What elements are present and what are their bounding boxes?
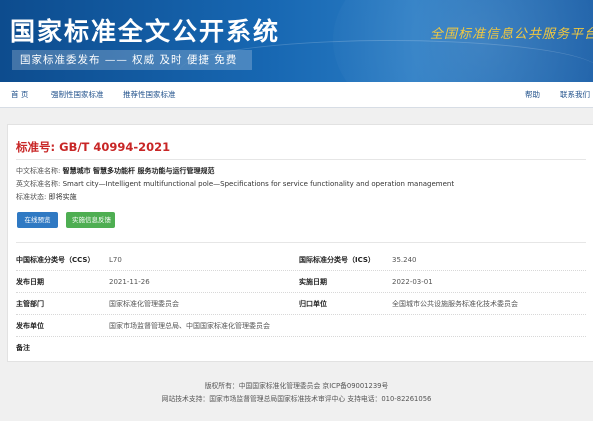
ccs-value: L70 bbox=[109, 256, 122, 264]
status-label: 标准状态: bbox=[16, 193, 47, 201]
cn-name-label: 中文标准名称: bbox=[16, 167, 61, 175]
site-title: 国家标准全文公开系统 bbox=[10, 17, 281, 46]
standard-number: 标准号: GB/T 40994-2021 bbox=[16, 139, 170, 155]
status-row: 标准状态: 即将实施 bbox=[16, 192, 77, 202]
footer-copyright: 版权所有：中国国家标准化管理委员会 京ICP备09001239号 bbox=[204, 382, 389, 390]
en-name-value: Smart city—Intelligent multifunctional p… bbox=[62, 180, 455, 188]
detail-row: 备注 bbox=[16, 337, 586, 359]
ics-value: 35.240 bbox=[392, 256, 417, 264]
site-banner: 国家标准全文公开系统 国家标准委发布 —— 权威 及时 便捷 免费 全国标准信息… bbox=[0, 0, 593, 82]
owner-label: 归口单位 bbox=[299, 300, 327, 308]
detail-row: 中国标准分类号（CCS） L70 国际标准分类号（ICS） 35.240 bbox=[16, 249, 586, 271]
standard-number-value: GB/T 40994-2021 bbox=[59, 140, 171, 154]
nav-home[interactable]: 首 页 bbox=[11, 82, 28, 108]
nav-help[interactable]: 帮助 bbox=[525, 82, 540, 108]
cn-name-row: 中文标准名称: 智慧城市 智慧多功能杆 服务功能与运行管理规范 bbox=[16, 166, 214, 176]
issuer-value: 国家市场监督管理总局、中国国家标准化管理委员会 bbox=[109, 322, 270, 330]
site-subtitle: 国家标准委发布 —— 权威 及时 便捷 免费 bbox=[12, 50, 252, 70]
implement-date-label: 实施日期 bbox=[299, 278, 327, 286]
cn-name-value: 智慧城市 智慧多功能杆 服务功能与运行管理规范 bbox=[62, 167, 215, 175]
ics-label: 国际标准分类号（ICS） bbox=[299, 256, 375, 264]
publish-date-label: 发布日期 bbox=[16, 278, 44, 286]
feedback-button[interactable]: 实施信息反馈 bbox=[66, 212, 115, 228]
issuer-label: 发布单位 bbox=[16, 322, 44, 330]
nav-contact-us[interactable]: 联系我们 bbox=[560, 82, 590, 108]
divider bbox=[16, 159, 586, 160]
platform-slogan: 全国标准信息公共服务平台 bbox=[430, 27, 593, 42]
online-preview-button[interactable]: 在线预览 bbox=[17, 212, 58, 228]
en-name-label: 英文标准名称: bbox=[16, 180, 61, 188]
standard-detail-panel: 标准号: GB/T 40994-2021 中文标准名称: 智慧城市 智慧多功能杆… bbox=[7, 124, 593, 362]
divider bbox=[16, 242, 586, 243]
main-nav: 首 页 强制性国家标准 推荐性国家标准 帮助 联系我们 bbox=[0, 82, 593, 108]
implement-date-value: 2022-03-01 bbox=[392, 278, 433, 286]
remark-label: 备注 bbox=[16, 344, 30, 352]
detail-row: 发布单位 国家市场监督管理总局、中国国家标准化管理委员会 bbox=[16, 315, 586, 337]
dept-value: 国家标准化管理委员会 bbox=[109, 300, 179, 308]
footer-support: 网站技术支持：国家市场监督管理总局国家标准技术审评中心 支持电话：010-822… bbox=[161, 395, 432, 403]
publish-date-value: 2021-11-26 bbox=[109, 278, 150, 286]
nav-mandatory-standards[interactable]: 强制性国家标准 bbox=[51, 82, 104, 108]
en-name-row: 英文标准名称: Smart city—Intelligent multifunc… bbox=[16, 179, 454, 189]
detail-row: 主管部门 国家标准化管理委员会 归口单位 全国城市公共设施服务标准化技术委员会 bbox=[16, 293, 586, 315]
status-value: 即将实施 bbox=[48, 193, 77, 201]
page-footer: 版权所有：中国国家标准化管理委员会 京ICP备09001239号 网站技术支持：… bbox=[0, 380, 593, 406]
detail-row: 发布日期 2021-11-26 实施日期 2022-03-01 bbox=[16, 271, 586, 293]
standard-number-label: 标准号: bbox=[16, 140, 56, 154]
owner-value: 全国城市公共设施服务标准化技术委员会 bbox=[392, 300, 518, 308]
ccs-label: 中国标准分类号（CCS） bbox=[16, 256, 95, 264]
nav-recommended-standards[interactable]: 推荐性国家标准 bbox=[123, 82, 176, 108]
dept-label: 主管部门 bbox=[16, 300, 44, 308]
